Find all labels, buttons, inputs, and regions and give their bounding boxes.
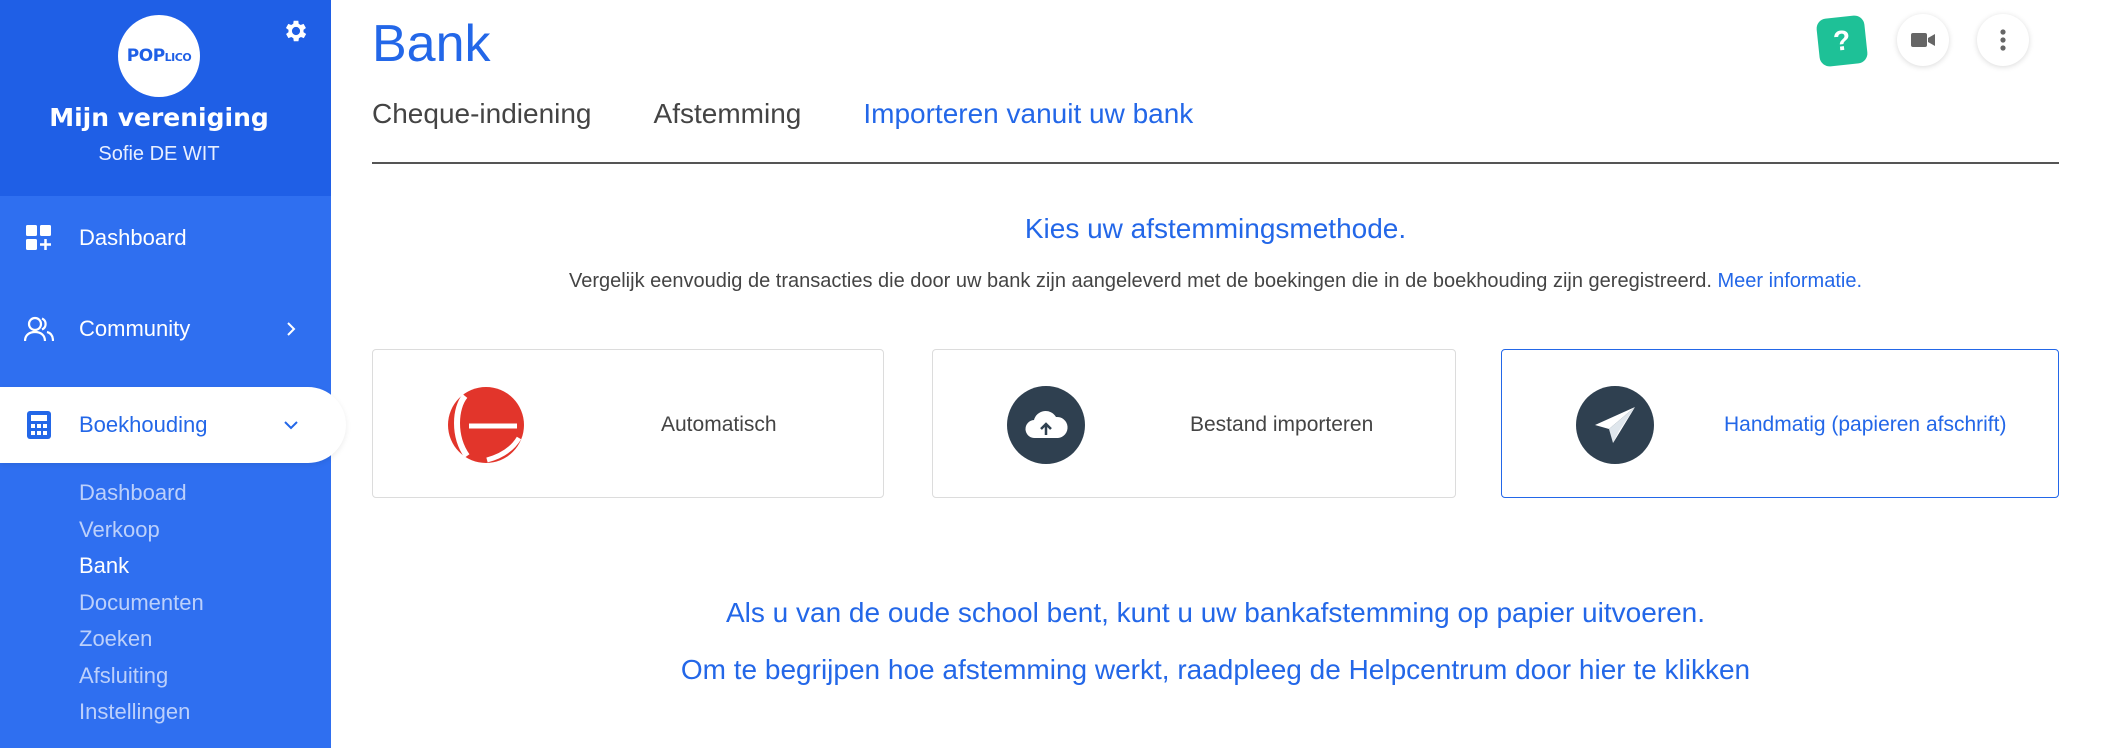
submenu-item-verkoop[interactable]: Verkoop [79,514,204,551]
more-info-link[interactable]: Meer informatie. [1718,270,1863,292]
calculator-icon [24,410,54,440]
vertical-dots-icon [2000,29,2006,51]
paper-plane-icon [1576,386,1654,464]
section-description: Vergelijk eenvoudig de transacties die d… [372,270,2059,293]
help-center-link[interactable]: Om te begrijpen hoe afstemming werkt, ra… [372,654,2059,686]
organization-name: Mijn vereniging [49,103,269,132]
more-options-button[interactable] [1977,14,2029,66]
users-icon [24,314,54,344]
method-card-bestand-importeren[interactable]: Bestand importeren [932,349,1456,498]
tabs-divider [372,162,2059,164]
sidebar-header: POPLICO Mijn vereniging Sofie DE WIT [0,0,331,196]
user-name: Sofie DE WIT [98,143,220,165]
submenu-item-documenten[interactable]: Documenten [79,587,204,624]
cloud-upload-icon [1007,386,1085,464]
gear-icon[interactable] [282,17,310,45]
page-title: Bank [372,15,491,73]
submenu-item-instellingen[interactable]: Instellingen [79,696,204,733]
chevron-down-icon [284,421,298,430]
sidebar-item-label: Boekhouding [79,412,208,437]
description-text: Vergelijk eenvoudig de transacties die d… [568,270,1712,292]
question-icon: ? [1831,24,1853,57]
bank-tabs: Cheque-indiening Afstemming Importeren v… [372,98,1255,130]
chevron-right-icon [287,322,296,336]
method-card-handmatig[interactable]: Handmatig (papieren afschrift) [1501,349,2059,498]
method-label: Bestand importeren [1190,412,1374,436]
method-label: Handmatig (papieren afschrift) [1724,412,2007,436]
sidebar: POPLICO Mijn vereniging Sofie DE WIT Das… [0,0,346,748]
sidebar-item-label: Community [79,316,191,341]
submenu-item-zoeken[interactable]: Zoeken [79,623,204,660]
paper-reconciliation-link[interactable]: Als u van de oude school bent, kunt u uw… [372,597,2059,629]
sidebar-item-label: Dashboard [79,225,187,250]
sidebar-item-dashboard[interactable]: Dashboard [0,200,331,276]
tab-importeren[interactable]: Importeren vanuit uw bank [863,98,1193,130]
sidebar-item-boekhouding[interactable]: Boekhouding [0,387,346,463]
section-heading: Kies uw afstemmingsmethode. [1024,213,1407,244]
help-button[interactable]: ? [1815,14,1869,68]
sidebar-item-community[interactable]: Community [0,291,331,367]
video-camera-icon [1911,33,1935,47]
method-label: Automatisch [661,412,777,436]
tab-afstemming[interactable]: Afstemming [654,98,802,130]
submenu-item-dashboard[interactable]: Dashboard [79,477,204,514]
dashboard-icon [24,223,54,253]
accounting-submenu: Dashboard Verkoop Bank Documenten Zoeken… [79,477,204,733]
bank-logo-icon [447,386,525,464]
tab-cheque-indiening[interactable]: Cheque-indiening [372,98,592,130]
method-card-automatisch[interactable]: Automatisch [372,349,884,498]
video-call-button[interactable] [1897,14,1949,66]
poplico-logo[interactable]: POPLICO [118,15,200,97]
submenu-item-bank[interactable]: Bank [79,550,204,587]
submenu-item-afsluiting[interactable]: Afsluiting [79,660,204,697]
